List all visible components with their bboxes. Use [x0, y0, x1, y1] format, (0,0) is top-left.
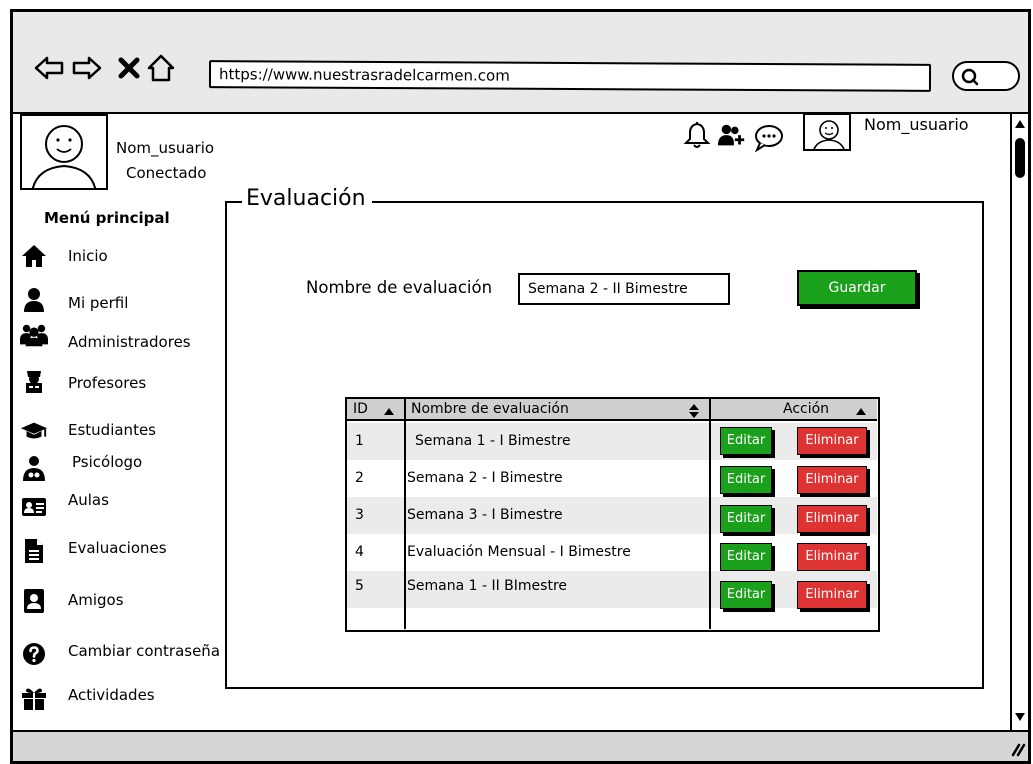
user-avatar-icon [31, 125, 97, 188]
edit-button[interactable]: Editar [720, 505, 772, 533]
browser-toolbar: https://www.nuestrasradelcarmen.com [13, 12, 1028, 114]
cell-id: 2 [355, 470, 364, 486]
url-input[interactable]: https://www.nuestrasradelcarmen.com [208, 60, 932, 92]
page-title: Evaluación [242, 186, 372, 211]
sort-asc-icon[interactable] [855, 406, 867, 416]
search-icon [961, 68, 979, 86]
table-row: 4 Evaluación Mensual - I Bimestre Editar… [347, 534, 877, 571]
sidebar-item-amigos[interactable]: Amigos [20, 586, 240, 616]
sidebar-item-profesores[interactable]: Profesores [20, 365, 240, 395]
header-avatar[interactable] [803, 113, 851, 151]
sidebar-item-cambiar-contrasena[interactable]: Cambiar contraseña [20, 639, 240, 669]
evaluation-name-input[interactable]: Semana 2 - II Bimestre [518, 273, 730, 305]
cell-id: 3 [355, 507, 364, 523]
sidebar-item-mi-perfil[interactable]: Mi perfil [20, 285, 240, 315]
cell-id: 4 [355, 544, 364, 560]
delete-button[interactable]: Eliminar [797, 543, 867, 571]
table-row: 5 Semana 1 - II BImestre Editar Eliminar [347, 571, 877, 609]
sidebar-item-administradores[interactable]: Administradores [20, 320, 240, 351]
edit-button[interactable]: Editar [720, 427, 772, 455]
user-icon [20, 286, 48, 314]
menu-title: Menú principal [44, 209, 170, 227]
cell-name: Evaluación Mensual - I Bimestre [407, 544, 631, 560]
chat-icon[interactable] [754, 122, 784, 152]
edit-button[interactable]: Editar [720, 466, 772, 494]
search-field[interactable] [952, 61, 1020, 91]
user-avatar-icon [813, 120, 845, 149]
graduation-cap-icon [20, 417, 48, 445]
cell-id: 5 [355, 578, 364, 594]
scroll-up-icon[interactable] [1014, 118, 1026, 132]
cell-name: Semana 2 - I Bimestre [407, 470, 563, 486]
status-bar [13, 730, 1028, 761]
contact-book-icon [20, 587, 48, 615]
delete-button[interactable]: Eliminar [797, 505, 867, 533]
save-button[interactable]: Guardar [797, 270, 917, 306]
avatar [20, 114, 108, 190]
sidebar-item-label: Estudiantes [68, 421, 156, 439]
column-divider [404, 399, 406, 629]
sidebar-item-label: Inicio [68, 247, 108, 265]
user-status: Conectado [126, 164, 207, 182]
scroll-down-icon[interactable] [1014, 710, 1026, 724]
column-header-id[interactable]: ID [353, 399, 368, 419]
evaluation-name-label: Nombre de evaluación [306, 278, 493, 297]
table-header: ID Nombre de evaluación Acción [347, 399, 877, 421]
edit-button[interactable]: Editar [720, 543, 772, 571]
sidebar-item-inicio[interactable]: Inicio [20, 241, 240, 271]
gift-icon [20, 684, 48, 712]
evaluations-table: ID Nombre de evaluación Acción 1 Semana … [345, 397, 880, 632]
id-card-icon [20, 493, 48, 521]
doctor-icon [20, 454, 48, 482]
scrollbar-thumb[interactable] [1015, 138, 1025, 178]
user-name: Nom_usuario [116, 139, 215, 157]
sidebar-item-label: Aulas [68, 491, 109, 509]
sidebar-item-label: Cambiar contraseña [68, 642, 221, 660]
sidebar-item-aulas[interactable]: Aulas [20, 491, 240, 522]
cell-id: 1 [355, 433, 364, 449]
column-header-action: Acción [783, 401, 830, 417]
table-row: 2 Semana 2 - I Bimestre Editar Eliminar [347, 460, 877, 497]
home-browser-icon[interactable] [145, 52, 177, 84]
home-icon [20, 242, 48, 270]
teacher-icon [20, 366, 48, 394]
table-row: 1 Semana 1 - I Bimestre Editar Eliminar [347, 423, 877, 460]
sidebar-item-label: Evaluaciones [68, 539, 167, 557]
sidebar-item-label: Administradores [68, 333, 191, 351]
sidebar-item-psicologo[interactable]: Psicólogo [20, 453, 240, 483]
table-row: 3 Semana 3 - I Bimestre Editar Eliminar [347, 497, 877, 534]
cell-name: Semana 3 - I Bimestre [407, 507, 563, 523]
stop-x-icon[interactable] [113, 52, 145, 84]
forward-arrow-icon[interactable] [71, 52, 103, 84]
edit-button[interactable]: Editar [720, 581, 772, 609]
vertical-scrollbar[interactable] [1010, 114, 1028, 730]
back-arrow-icon[interactable] [33, 52, 65, 84]
sidebar-item-label: Profesores [68, 374, 147, 392]
resize-grip-icon[interactable] [1009, 739, 1027, 757]
users-group-icon [20, 321, 48, 349]
cell-name: Semana 1 - I Bimestre [415, 433, 571, 449]
header-username[interactable]: Nom_usuario [864, 115, 969, 134]
column-divider [709, 399, 711, 629]
document-icon [20, 537, 48, 565]
column-header-name[interactable]: Nombre de evaluación [411, 399, 569, 419]
sort-asc-icon[interactable] [383, 406, 395, 416]
sidebar-item-label: Amigos [68, 591, 124, 609]
sidebar-item-label: Psicólogo [72, 453, 143, 471]
sort-both-icon[interactable] [688, 403, 700, 419]
bell-icon[interactable] [682, 119, 712, 149]
sidebar-item-label: Actividades [68, 686, 155, 704]
cell-name: Semana 1 - II BImestre [407, 578, 568, 594]
delete-button[interactable]: Eliminar [797, 466, 867, 494]
add-user-icon[interactable] [717, 121, 747, 151]
delete-button[interactable]: Eliminar [797, 581, 867, 609]
sidebar-item-actividades[interactable]: Actividades [20, 683, 240, 713]
delete-button[interactable]: Eliminar [797, 427, 867, 455]
sidebar-item-evaluaciones[interactable]: Evaluaciones [20, 536, 240, 566]
question-icon [20, 640, 48, 668]
sidebar-item-label: Mi perfil [68, 294, 129, 312]
sidebar-item-estudiantes[interactable]: Estudiantes [20, 416, 240, 446]
